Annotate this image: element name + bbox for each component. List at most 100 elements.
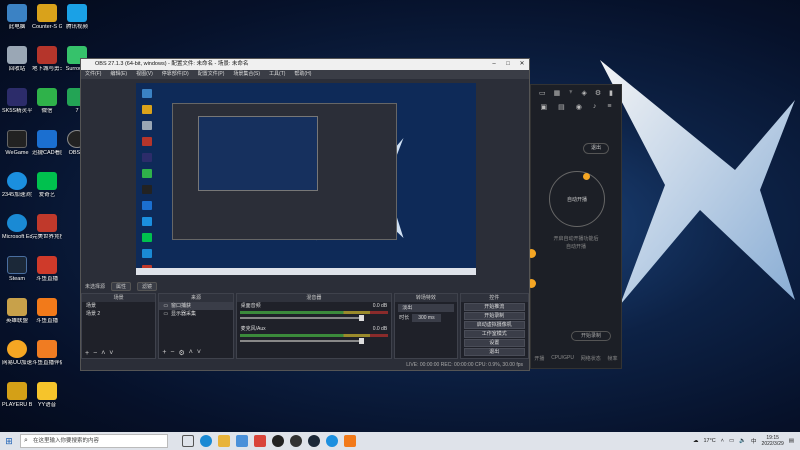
shirt-icon[interactable]: ♆ xyxy=(568,89,573,97)
transition-select[interactable]: 淡出 xyxy=(398,304,454,312)
obs-preview-canvas[interactable] xyxy=(136,83,476,275)
network-icon[interactable]: ▭ xyxy=(729,438,734,444)
gift-icon[interactable]: ◉ xyxy=(576,103,582,111)
down-icon[interactable]: ˅ xyxy=(197,349,201,357)
volume-slider[interactable] xyxy=(239,338,364,344)
desktop-icon-2345[interactable]: 2345加速浏览器 xyxy=(2,172,32,198)
panel-tab-3[interactable]: 帧率 xyxy=(608,355,618,362)
desktop-icon-perfect-world[interactable]: 完美世界竞技平台 xyxy=(32,214,62,240)
settings-icon[interactable]: ⚙ xyxy=(595,89,601,97)
add-icon[interactable]: + xyxy=(162,349,166,357)
clock[interactable]: 19:15 2022/3/29 xyxy=(762,435,784,447)
source-item[interactable]: ▭ 显示器采集 xyxy=(159,310,232,318)
up-icon[interactable]: ˄ xyxy=(189,349,193,357)
start-record-button[interactable]: 开始录制 xyxy=(571,331,611,341)
minimize-button[interactable]: – xyxy=(487,59,501,70)
desktop-icon-wechat[interactable]: 微信 xyxy=(32,88,62,114)
desktop-icon-recycle-bin[interactable]: 回收站 xyxy=(2,46,32,72)
trash-icon[interactable]: ▮ xyxy=(609,89,613,97)
remove-icon[interactable]: − xyxy=(93,350,97,357)
volume-icon[interactable]: 🔈 xyxy=(739,438,746,444)
down-icon[interactable]: ˅ xyxy=(109,350,113,357)
wps-icon[interactable] xyxy=(254,435,266,447)
ime-indicator[interactable]: 中 xyxy=(751,437,757,445)
scene-item[interactable]: 场景 xyxy=(82,302,155,310)
studio-mode-button[interactable]: 工作室模式 xyxy=(463,330,525,338)
desktop-icon-wegame[interactable]: WeGame xyxy=(2,130,32,156)
source-item[interactable]: ▭ 窗口捕获 xyxy=(159,302,233,310)
desktop-icon-edge[interactable]: Microsoft Edge xyxy=(2,214,32,240)
panel-tab-1[interactable]: CPU/GPU xyxy=(551,355,574,362)
desktop-icon-douyu[interactable]: 斗鱼直播 xyxy=(32,256,62,282)
preview-taskbar xyxy=(136,268,476,275)
app-icon[interactable] xyxy=(272,435,284,447)
panel-tab-0[interactable]: 开播 xyxy=(534,355,544,362)
virtual-camera-button[interactable]: 启动虚拟摄像机 xyxy=(463,321,525,329)
desktop-icon-uu[interactable]: 网易UU加速器 xyxy=(2,340,32,366)
close-button[interactable]: ✕ xyxy=(515,59,529,70)
start-streaming-button[interactable]: 开始推流 xyxy=(463,303,525,311)
weather-icon[interactable]: ☁ xyxy=(693,438,699,444)
notifications-icon[interactable]: ▤ xyxy=(789,438,794,444)
bell-icon[interactable]: ♪ xyxy=(593,103,597,111)
menu-view[interactable]: 视图(V) xyxy=(136,70,153,79)
desktop-icon-csgo[interactable]: Counter-S Global Off... xyxy=(32,4,62,30)
steam-icon[interactable] xyxy=(308,435,320,447)
desktop-icon-tencent-video[interactable]: 腾讯视频 xyxy=(62,4,92,30)
edge-icon[interactable] xyxy=(200,435,212,447)
window-icon[interactable]: ▭ xyxy=(539,89,546,97)
desktop-icon-pubg[interactable]: PLAYERU BATTLEGR... xyxy=(2,382,32,408)
panel-tab-2[interactable]: 网络状态 xyxy=(581,355,601,362)
menu-file[interactable]: 文件(F) xyxy=(85,70,101,79)
desktop-icon-cad[interactable]: 迅捷CAD看图 xyxy=(32,130,62,156)
desktop-icon-sk5s[interactable]: SK5S精灵平台 xyxy=(2,88,32,114)
desktop-icon-iqiyi[interactable]: 爱奇艺 xyxy=(32,172,62,198)
exit-obs-button[interactable]: 退出 xyxy=(463,348,525,356)
auto-start-button[interactable]: 自动开播 xyxy=(549,171,605,227)
weather-temp[interactable]: 17°C xyxy=(703,438,715,444)
lock-icon[interactable]: ▣ xyxy=(541,103,548,111)
remove-icon[interactable]: − xyxy=(170,349,174,357)
scene-item[interactable]: 场景 2 xyxy=(82,310,155,318)
windows-start-icon[interactable]: ⊞ xyxy=(0,432,18,450)
browser-2345-icon[interactable] xyxy=(326,435,338,447)
filters-button[interactable]: 滤镜 xyxy=(137,281,158,291)
taskbar-search-input[interactable]: ⌕ 在这里输入你要搜索的内容 xyxy=(20,434,168,448)
layers-icon[interactable]: ◈ xyxy=(581,89,586,97)
volume-slider[interactable] xyxy=(239,315,364,321)
start-recording-button[interactable]: 开始录制 xyxy=(463,312,525,320)
settings-button[interactable]: 设置 xyxy=(463,339,525,347)
menu-tools[interactable]: 工具(T) xyxy=(269,70,285,79)
panel-desc-2: 自动开播 xyxy=(565,244,586,250)
properties-button[interactable]: 属性 xyxy=(111,281,132,291)
desktop-icon-steam[interactable]: Steam xyxy=(2,256,32,282)
menu-help[interactable]: 帮助(H) xyxy=(294,70,311,79)
menu-scene-collection[interactable]: 场景集合(S) xyxy=(233,70,260,79)
chat-icon[interactable]: ▤ xyxy=(558,103,565,111)
exit-button[interactable]: 退出 xyxy=(583,143,609,154)
obs-icon[interactable] xyxy=(290,435,302,447)
desktop-icon-douyu-companion[interactable]: 斗鱼直播伴侣 xyxy=(32,340,62,366)
task-view-icon[interactable] xyxy=(182,435,194,447)
up-icon[interactable]: ˄ xyxy=(101,350,105,357)
add-icon[interactable]: + xyxy=(85,350,89,357)
desktop-icon-dnf[interactable]: 地下城与勇士 xyxy=(32,46,62,72)
menu-docks[interactable]: 停靠部件(D) xyxy=(162,70,189,79)
store-icon[interactable] xyxy=(236,435,248,447)
maximize-button[interactable]: □ xyxy=(501,59,515,70)
mixer-track: 麦克风/Aux 0.0 dB xyxy=(240,326,388,332)
tray-chevron-icon[interactable]: ˄ xyxy=(721,438,724,444)
desktop-icon-computer[interactable]: 此电脑 xyxy=(2,4,32,30)
desktop-icon-lol[interactable]: 英雄联盟 xyxy=(2,298,32,324)
duration-input[interactable]: 300 ms xyxy=(412,314,441,322)
transition-title: 转场特效 xyxy=(395,294,457,302)
gear-icon[interactable]: ⚙ xyxy=(179,349,185,357)
desktop-icon-yy[interactable]: YY语音 xyxy=(32,382,62,408)
menu-profile[interactable]: 配置文件(P) xyxy=(198,70,225,79)
douyu-icon[interactable] xyxy=(344,435,356,447)
menu-edit[interactable]: 编辑(E) xyxy=(110,70,127,79)
menu-icon[interactable]: ≡ xyxy=(607,103,611,111)
layout-icon[interactable]: ▦ xyxy=(554,89,561,97)
file-explorer-icon[interactable] xyxy=(218,435,230,447)
desktop-icon-douyu-live[interactable]: 斗鱼直播 xyxy=(32,298,62,324)
